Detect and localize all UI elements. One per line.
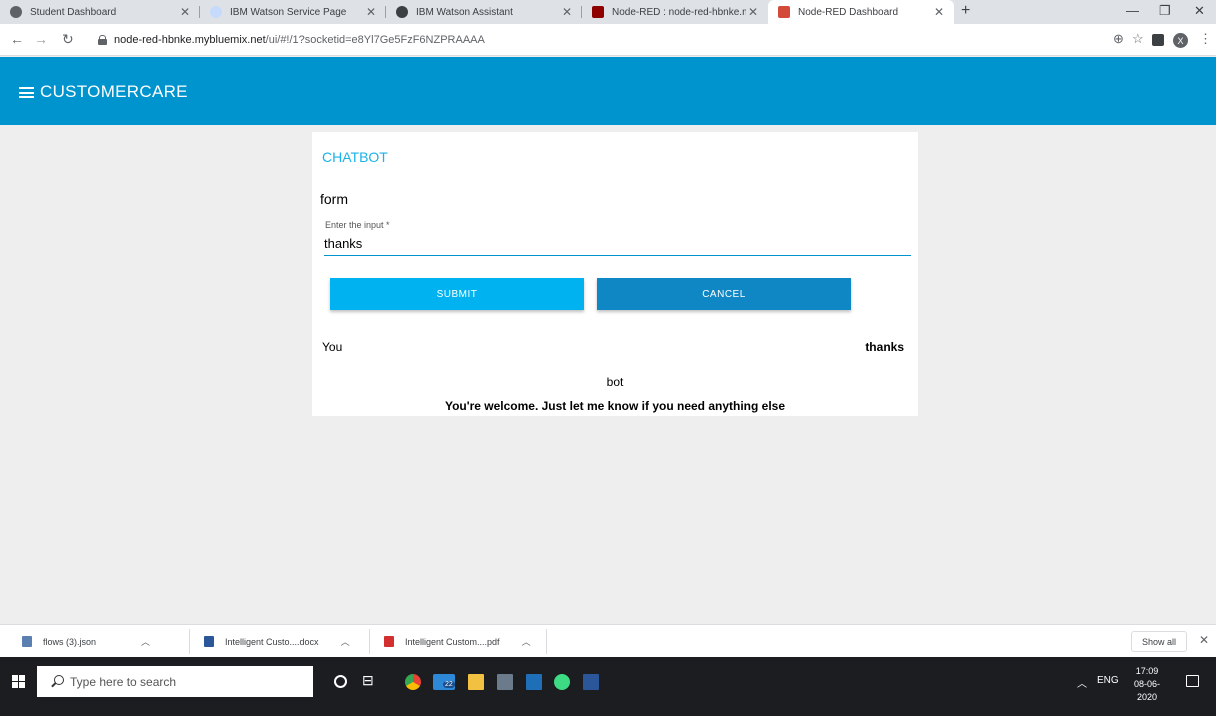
- globe-icon: [10, 6, 22, 18]
- word-file-icon: [204, 636, 214, 647]
- word-icon[interactable]: [583, 674, 599, 690]
- bot-message-text: You're welcome. Just let me know if you …: [444, 399, 786, 413]
- download-separator: [546, 629, 547, 654]
- search-placeholder: Type here to search: [70, 674, 177, 689]
- bot-message-label: bot: [606, 375, 624, 389]
- download-separator: [369, 629, 370, 654]
- url-path: /ui/#!/1?socketid=e8Yl7Ge5FzF6NZPRAAAA: [265, 34, 485, 46]
- cancel-button[interactable]: CANCEL: [597, 278, 851, 310]
- close-tab-icon[interactable]: ✕: [932, 5, 946, 19]
- tab-title: IBM Watson Service Page: [230, 6, 347, 18]
- language-indicator[interactable]: ENG: [1097, 675, 1119, 686]
- system-clock[interactable]: 17:09 08-06-2020: [1124, 665, 1170, 704]
- app-header: CUSTOMERCARE: [0, 57, 1216, 125]
- form-label: form: [320, 191, 348, 207]
- node-red-dashboard-icon: [778, 6, 790, 18]
- search-icon: [54, 675, 64, 685]
- browser-tabstrip: Student Dashboard ✕ IBM Watson Service P…: [0, 0, 1216, 24]
- forward-icon[interactable]: →: [34, 31, 48, 47]
- chevron-up-icon[interactable]: ︿: [141, 635, 150, 648]
- node-red-icon: [592, 6, 604, 18]
- menu-kebab-icon[interactable]: ⋮: [1199, 31, 1212, 47]
- input-field-label: Enter the input *: [325, 220, 390, 230]
- tab-title: Student Dashboard: [30, 6, 117, 18]
- download-separator: [189, 629, 190, 654]
- download-filename: flows (3).json: [43, 636, 97, 647]
- taskbar: Type here to search ⊟ 22 ︿ ENG 17:09 08-…: [0, 657, 1216, 716]
- watson-icon: [396, 6, 408, 18]
- chrome-icon[interactable]: [405, 674, 421, 690]
- tab-node-red-dashboard[interactable]: Node-RED Dashboard ✕: [768, 0, 954, 24]
- profile-avatar[interactable]: X: [1173, 33, 1188, 48]
- taskbar-search-box[interactable]: Type here to search: [37, 666, 313, 697]
- tab-title: Node-RED : node-red-hbnke.myblu: [612, 6, 746, 18]
- notification-icon[interactable]: [1186, 675, 1199, 687]
- json-file-icon: [22, 636, 32, 647]
- tab-ibm-watson-service[interactable]: IBM Watson Service Page ✕: [200, 0, 386, 24]
- user-message-label: You: [322, 340, 343, 354]
- tab-title: Node-RED Dashboard: [798, 6, 899, 18]
- lock-icon: [98, 35, 107, 45]
- hamburger-menu-icon[interactable]: [19, 87, 34, 98]
- address-bar[interactable]: node-red-hbnke.mybluemix.net/ui/#!/1?soc…: [98, 28, 1098, 52]
- tab-title: IBM Watson Assistant: [416, 6, 513, 18]
- close-tab-icon[interactable]: ✕: [364, 5, 378, 19]
- download-shelf: flows (3).json ︿ Intelligent Custo....do…: [0, 624, 1216, 657]
- chevron-up-icon[interactable]: ︿: [522, 635, 531, 648]
- chatbot-card: CHATBOT form Enter the input * SUBMIT CA…: [312, 132, 918, 416]
- clock-date: 08-06-2020: [1133, 679, 1160, 702]
- close-shelf-icon[interactable]: ✕: [1199, 633, 1209, 647]
- people-icon[interactable]: 22: [433, 674, 455, 690]
- url-host: node-red-hbnke.mybluemix.net: [114, 34, 266, 46]
- close-tab-icon[interactable]: ✕: [746, 5, 760, 19]
- submit-button[interactable]: SUBMIT: [330, 278, 584, 310]
- download-item[interactable]: Intelligent Custom....pdf ︿: [384, 625, 531, 658]
- new-tab-button[interactable]: +: [961, 2, 970, 20]
- extension-icon[interactable]: [1152, 34, 1164, 46]
- download-item[interactable]: flows (3).json ︿: [22, 625, 150, 658]
- close-tab-icon[interactable]: ✕: [560, 5, 574, 19]
- chevron-up-icon[interactable]: ︿: [341, 635, 350, 648]
- chevron-up-icon[interactable]: ︿: [1077, 675, 1087, 690]
- close-tab-icon[interactable]: ✕: [178, 5, 192, 19]
- zoom-icon[interactable]: ⊕: [1113, 31, 1124, 47]
- clock-time: 17:09: [1135, 666, 1159, 676]
- chat-input-field[interactable]: [324, 232, 911, 256]
- pdf-file-icon: [384, 636, 394, 647]
- show-all-button[interactable]: Show all: [1131, 631, 1187, 652]
- android-studio-icon[interactable]: [554, 674, 570, 690]
- tab-ibm-watson-assistant[interactable]: IBM Watson Assistant ✕: [386, 0, 582, 24]
- badge-count: 22: [443, 681, 455, 688]
- windows-start-icon[interactable]: [12, 675, 25, 688]
- back-icon[interactable]: ←: [10, 31, 24, 47]
- app-icon[interactable]: [497, 674, 513, 690]
- maximize-icon[interactable]: ❐: [1159, 3, 1171, 19]
- reload-icon[interactable]: ↻: [62, 31, 74, 48]
- user-message-text: thanks: [865, 340, 904, 354]
- task-view-icon[interactable]: ⊟: [362, 672, 378, 688]
- cloud-icon: [210, 6, 222, 18]
- tab-student-dashboard[interactable]: Student Dashboard ✕: [0, 0, 200, 24]
- download-filename: Intelligent Custo....docx: [225, 636, 319, 647]
- app-title: CUSTOMERCARE: [40, 82, 188, 101]
- download-item[interactable]: Intelligent Custo....docx ︿: [204, 625, 350, 658]
- bookmark-star-icon[interactable]: ☆: [1132, 31, 1144, 47]
- minimize-icon[interactable]: —: [1126, 3, 1139, 18]
- browser-toolbar: ← → ↻ node-red-hbnke.mybluemix.net/ui/#!…: [0, 24, 1216, 56]
- window-close-icon[interactable]: ✕: [1194, 3, 1205, 19]
- card-title: CHATBOT: [322, 149, 388, 165]
- file-explorer-icon[interactable]: [468, 674, 484, 690]
- download-filename: Intelligent Custom....pdf: [405, 636, 500, 647]
- tab-node-red-editor[interactable]: Node-RED : node-red-hbnke.myblu ✕: [582, 0, 768, 24]
- store-icon[interactable]: [526, 674, 542, 690]
- cortana-icon[interactable]: [334, 675, 347, 688]
